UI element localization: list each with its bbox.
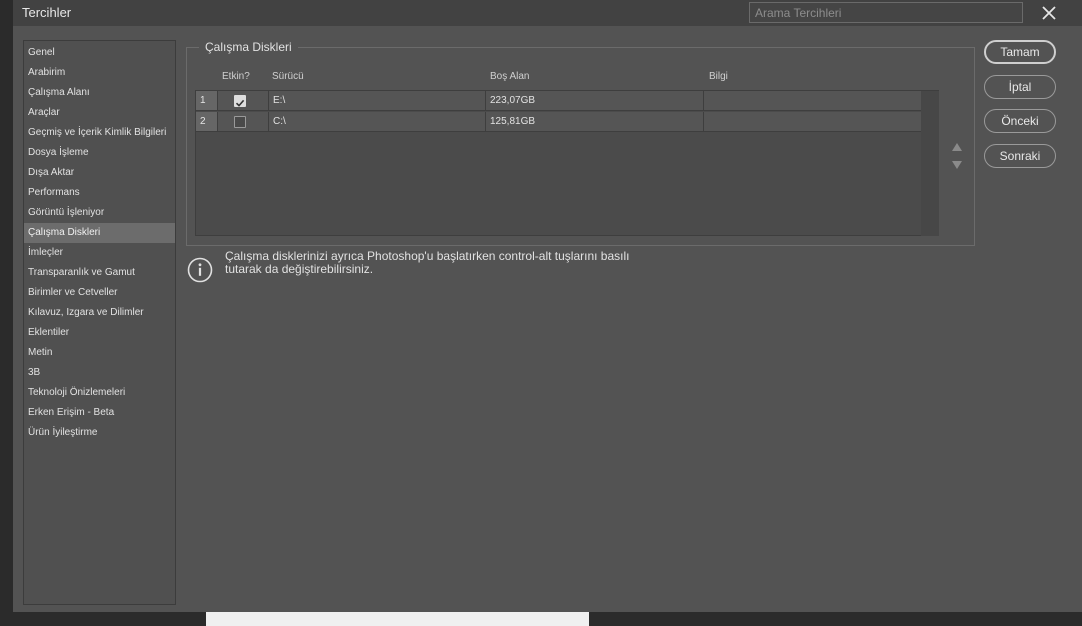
sidebar-item-goruntu-isleniyor[interactable]: Görüntü İşleniyor [24, 203, 175, 223]
scratch-disks-table: 1 E:\ 223,07GB 2 C:\ 125,81GB [195, 90, 939, 236]
ok-button[interactable]: Tamam [984, 40, 1056, 64]
next-button[interactable]: Sonraki [984, 144, 1056, 168]
active-checkbox[interactable] [234, 116, 246, 128]
scratch-disks-info-text: Çalışma disklerinizi ayrıca Photoshop'u … [225, 250, 665, 276]
sidebar-item-dosya-isleme[interactable]: Dosya İşleme [24, 143, 175, 163]
sidebar-item-arabirim[interactable]: Arabirim [24, 63, 175, 83]
info-cell [704, 112, 922, 132]
search-preferences-input[interactable] [749, 2, 1023, 23]
free-space-cell: 223,07GB [486, 91, 704, 111]
sidebar-item-calisma-diskleri[interactable]: Çalışma Diskleri [24, 223, 175, 243]
sidebar-item-erken-erisim[interactable]: Erken Erişim - Beta [24, 403, 175, 423]
table-scrollbar[interactable] [921, 91, 939, 236]
cancel-button[interactable]: İptal [984, 75, 1056, 99]
preferences-dialog: Tercihler Genel Arabirim Çalışma Alanı A… [13, 0, 1082, 612]
sidebar-item-imlecler[interactable]: İmleçler [24, 243, 175, 263]
sidebar-item-calisma-alani[interactable]: Çalışma Alanı [24, 83, 175, 103]
sidebar-item-eklentiler[interactable]: Eklentiler [24, 323, 175, 343]
free-space-cell: 125,81GB [486, 112, 704, 132]
sidebar-item-3b[interactable]: 3B [24, 363, 175, 383]
active-cell [218, 91, 269, 111]
sidebar-item-performans[interactable]: Performans [24, 183, 175, 203]
sidebar-item-disa-aktar[interactable]: Dışa Aktar [24, 163, 175, 183]
sidebar-item-teknoloji[interactable]: Teknoloji Önizlemeleri [24, 383, 175, 403]
info-text-line-2: tutarak da değiştirebilirsiniz. [225, 262, 374, 276]
scratch-disks-group-title: Çalışma Diskleri [199, 40, 298, 54]
previous-button[interactable]: Önceki [984, 109, 1056, 133]
checkmark-icon [235, 99, 245, 107]
info-icon [187, 257, 213, 283]
table-row[interactable]: 1 E:\ 223,07GB [196, 91, 922, 111]
dialog-title: Tercihler [22, 5, 72, 20]
title-bar: Tercihler [13, 0, 1082, 26]
sidebar-item-transparanlik[interactable]: Transparanlık ve Gamut [24, 263, 175, 283]
sidebar-item-kilavuz[interactable]: Kılavuz, Izgara ve Dilimler [24, 303, 175, 323]
info-cell [704, 91, 922, 111]
sidebar-item-genel[interactable]: Genel [24, 43, 175, 63]
background-window-strip [206, 612, 589, 626]
column-header-info: Bilgi [709, 71, 728, 82]
sidebar-item-gecmis[interactable]: Geçmiş ve İçerik Kimlik Bilgileri [24, 123, 175, 143]
arrow-up-icon[interactable] [951, 139, 963, 151]
close-icon[interactable] [1039, 3, 1059, 23]
row-number: 2 [196, 112, 218, 132]
drive-cell: E:\ [269, 91, 486, 111]
column-header-drive: Sürücü [272, 71, 304, 82]
sidebar-item-metin[interactable]: Metin [24, 343, 175, 363]
sidebar-item-urun-iyilestirme[interactable]: Ürün İyileştirme [24, 423, 175, 443]
drive-cell: C:\ [269, 112, 486, 132]
sidebar-item-araclar[interactable]: Araçlar [24, 103, 175, 123]
active-cell [218, 112, 269, 132]
preferences-sidebar: Genel Arabirim Çalışma Alanı Araçlar Geç… [23, 40, 176, 605]
sidebar-item-birimler[interactable]: Birimler ve Cetveller [24, 283, 175, 303]
table-row[interactable]: 2 C:\ 125,81GB [196, 112, 922, 132]
column-header-active: Etkin? [222, 71, 250, 82]
active-checkbox[interactable] [234, 95, 246, 107]
arrow-down-icon[interactable] [951, 157, 963, 169]
row-number: 1 [196, 91, 218, 111]
column-header-free-space: Boş Alan [490, 71, 530, 82]
